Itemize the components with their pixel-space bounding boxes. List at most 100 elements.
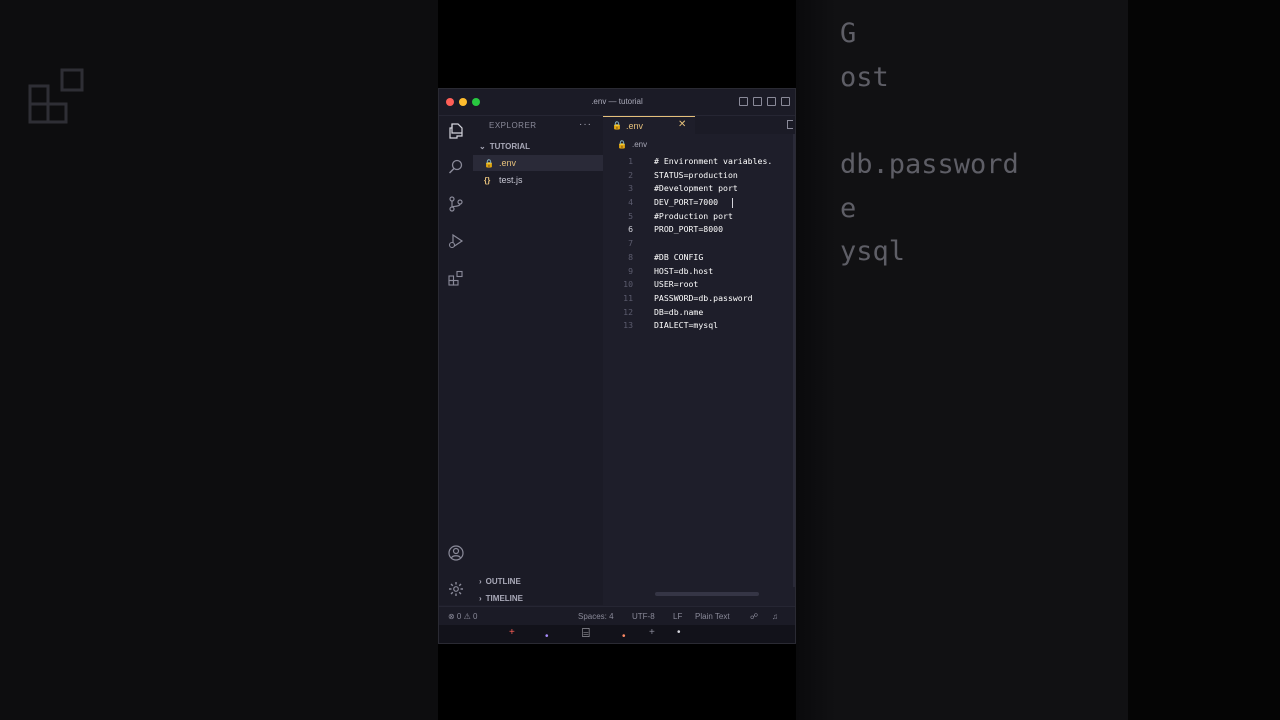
- lock-icon: 🔒: [484, 158, 494, 168]
- dock: + • ⌸ • + •: [439, 625, 795, 643]
- explorer-icon[interactable]: [448, 123, 464, 139]
- chevron-down-icon: ⌄: [479, 142, 486, 151]
- line-number: 2: [628, 169, 633, 180]
- background-left: [0, 0, 438, 720]
- json-braces-icon: {}: [484, 175, 491, 185]
- code-line: 11 PASSWORD=db.password: [603, 292, 795, 306]
- line-text: USER=root: [654, 279, 699, 290]
- explorer-title: EXPLORER: [489, 121, 537, 130]
- language-mode[interactable]: Plain Text: [695, 612, 730, 621]
- line-number: 1: [628, 156, 633, 166]
- account-icon[interactable]: [448, 545, 464, 561]
- close-icon[interactable]: ✕: [678, 119, 686, 130]
- code-line: 9 HOST=db.host: [603, 265, 795, 279]
- background-fade: [796, 0, 836, 720]
- line-text: #Development port: [654, 183, 738, 194]
- timeline-section[interactable]: › TIMELINE: [479, 594, 523, 603]
- line-number: 10: [623, 279, 633, 290]
- feedback-icon[interactable]: ☍: [750, 612, 758, 621]
- mouse-text-cursor: [732, 198, 733, 209]
- status-bar: ⊗ 0 ⚠ 0 Spaces: 4 UTF-8 LF Plain Text ☍ …: [439, 606, 795, 626]
- search-icon[interactable]: [448, 159, 464, 175]
- folder-tutorial[interactable]: ⌄ TUTORIAL: [479, 142, 530, 151]
- split-editor-icon[interactable]: [787, 120, 793, 129]
- code-line: 12 DB=db.name: [603, 306, 795, 320]
- line-number: 6: [628, 224, 633, 235]
- dock-app-icon[interactable]: +: [509, 627, 515, 638]
- line-text: PROD_PORT=8000: [654, 224, 724, 235]
- editor-area: 🔒 .env ✕ 🔒 .env 1 # Environment variables…: [603, 116, 795, 605]
- code-line: 1 # Environment variables.: [603, 155, 795, 169]
- code-line-current: 6 PROD_PORT=8000: [603, 223, 795, 237]
- code-line: 10 USER=root: [603, 278, 795, 292]
- line-text: PASSWORD=db.password: [654, 292, 753, 303]
- dock-dot-icon: •: [677, 627, 681, 638]
- code-line: 13 DIALECT=mysql: [603, 319, 795, 333]
- line-text: DB=db.name: [654, 306, 704, 317]
- horizontal-scrollbar[interactable]: [655, 592, 759, 596]
- background-code-line: e: [840, 193, 857, 224]
- background-right: G ost db.password e ysql: [796, 0, 1128, 720]
- vscode-window: .env — tutorial EXPLORER ··· ⌄ TUTORIAL …: [439, 89, 795, 643]
- line-number: 4: [628, 197, 633, 208]
- code-line: 8 #DB CONFIG: [603, 251, 795, 265]
- code-line: 5 #Production port: [603, 210, 795, 224]
- line-text: STATUS=production: [654, 169, 738, 180]
- bell-icon[interactable]: ♫: [772, 612, 778, 621]
- chevron-right-icon: ›: [479, 577, 482, 586]
- line-number: 9: [628, 265, 633, 276]
- extensions-icon: [28, 68, 84, 124]
- background-code-line: ysql: [840, 236, 906, 267]
- line-text: DEV_PORT=7000: [654, 197, 719, 208]
- tab-bar: 🔒 .env ✕: [603, 116, 795, 134]
- code-editor[interactable]: 1 # Environment variables. 2 STATUS=produc…: [603, 155, 795, 333]
- dock-app-icon[interactable]: +: [649, 627, 655, 638]
- toggle-sidebar-icon[interactable]: [739, 97, 748, 106]
- background-strip: [1128, 0, 1280, 720]
- outline-section[interactable]: › OUTLINE: [479, 577, 521, 586]
- encoding-indicator[interactable]: UTF-8: [632, 612, 655, 621]
- gear-icon[interactable]: [448, 581, 464, 597]
- line-number: 8: [628, 251, 633, 262]
- extensions-icon[interactable]: [448, 270, 464, 286]
- dock-dot-icon: •: [545, 631, 549, 642]
- background-code-line: ost: [840, 62, 889, 93]
- outline-label: OUTLINE: [485, 577, 521, 586]
- line-text: #Production port: [654, 210, 733, 221]
- chevron-right-icon: ›: [479, 594, 482, 603]
- file-item-test-js[interactable]: {} test.js: [473, 172, 603, 188]
- more-actions-icon[interactable]: ···: [579, 119, 592, 130]
- line-text: # Environment variables.: [654, 156, 773, 166]
- toggle-panel-icon[interactable]: [753, 97, 762, 106]
- source-control-icon[interactable]: [448, 196, 464, 212]
- line-number: 5: [628, 210, 633, 221]
- file-name: .env: [499, 158, 517, 168]
- breadcrumb-file[interactable]: .env: [632, 140, 647, 149]
- line-text: #DB CONFIG: [654, 251, 704, 262]
- layout-controls: [739, 97, 790, 106]
- customize-layout-icon[interactable]: [781, 97, 790, 106]
- toggle-secondary-sidebar-icon[interactable]: [767, 97, 776, 106]
- breadcrumb: 🔒 .env: [617, 140, 647, 149]
- line-number: 11: [623, 292, 633, 303]
- explorer-sidebar: EXPLORER ··· ⌄ TUTORIAL 🔒 .env {} test.j…: [473, 116, 603, 605]
- background-code-line: G: [840, 18, 857, 49]
- timeline-label: TIMELINE: [485, 594, 524, 603]
- tab-env[interactable]: 🔒 .env ✕: [603, 116, 695, 134]
- code-line: 7: [603, 237, 795, 251]
- eol-indicator[interactable]: LF: [673, 612, 682, 621]
- indentation-indicator[interactable]: Spaces: 4: [578, 612, 614, 621]
- lock-icon: 🔒: [612, 121, 622, 130]
- line-text: HOST=db.host: [654, 265, 714, 276]
- code-line: 4 DEV_PORT=7000: [603, 196, 795, 210]
- title-bar: .env — tutorial: [439, 89, 795, 116]
- background-code-line: db.password: [840, 149, 1019, 180]
- line-number: 12: [623, 306, 633, 317]
- file-item-env[interactable]: 🔒 .env: [473, 155, 603, 171]
- vertical-scrollbar[interactable]: [793, 134, 795, 587]
- run-debug-icon[interactable]: [448, 233, 464, 249]
- problems-indicator[interactable]: ⊗ 0 ⚠ 0: [448, 612, 477, 621]
- line-number: 7: [628, 238, 633, 249]
- dock-app-icon[interactable]: ⌸: [582, 625, 590, 641]
- line-number: 3: [628, 183, 633, 194]
